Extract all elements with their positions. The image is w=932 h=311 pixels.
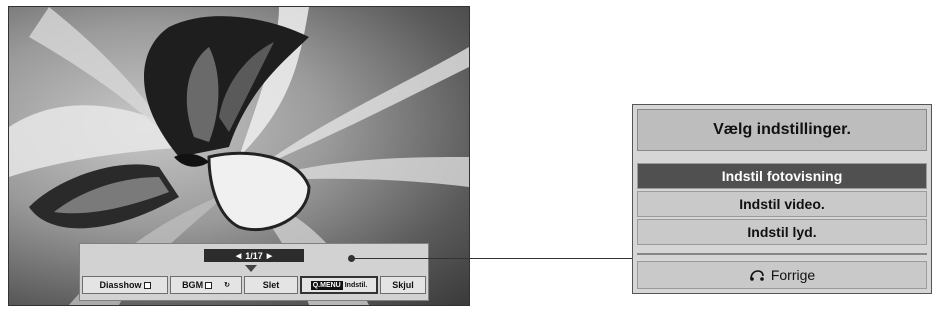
menu-item-indstil-video[interactable]: Indstil video.	[637, 191, 927, 217]
bgm-label: BGM	[182, 280, 204, 290]
qmenu-tag: Q.MENU	[310, 280, 343, 290]
diasshow-button[interactable]: Diasshow	[82, 276, 168, 294]
photo-counter-text: 1/17	[245, 250, 263, 261]
toggle-square-icon	[205, 281, 213, 289]
menu-item-indstil-fotovisning[interactable]: Indstil fotovisning	[637, 163, 927, 189]
slideshow-control-bar: ◀ 1/17 ▶ Diasshow BGM ↻ Slet Q.MENU Inds…	[79, 243, 429, 301]
skjul-label: Skjul	[392, 280, 414, 290]
prev-arrow-icon[interactable]: ◀	[236, 252, 241, 260]
settings-menu: Vælg indstillinger. Indstil fotovisning …	[632, 104, 932, 294]
next-arrow-icon[interactable]: ▶	[267, 252, 272, 260]
back-label: Forrige	[770, 267, 816, 283]
slideshow-button-row: Diasshow BGM ↻ Slet Q.MENU Indstil. Skju…	[82, 276, 426, 296]
menu-title: Vælg indstillinger.	[637, 109, 927, 151]
photo-viewer: ◀ 1/17 ▶ Diasshow BGM ↻ Slet Q.MENU Inds…	[8, 6, 470, 306]
photo-counter: ◀ 1/17 ▶	[204, 249, 304, 262]
connector-line	[352, 258, 632, 259]
skjul-button[interactable]: Skjul	[380, 276, 426, 294]
slet-button[interactable]: Slet	[244, 276, 298, 294]
back-button[interactable]: Forrige	[637, 261, 927, 289]
rotate-icon: ↻	[224, 282, 230, 289]
return-icon	[750, 270, 764, 281]
qmenu-settings-button[interactable]: Q.MENU Indstil.	[300, 276, 378, 294]
bgm-button[interactable]: BGM ↻	[170, 276, 242, 294]
menu-item-indstil-lyd[interactable]: Indstil lyd.	[637, 219, 927, 245]
menu-divider	[637, 253, 927, 255]
diasshow-label: Diasshow	[99, 280, 142, 290]
qmenu-label: Indstil.	[344, 281, 368, 289]
toggle-square-icon	[143, 281, 151, 289]
pointer-down-icon	[245, 265, 257, 272]
slet-label: Slet	[262, 280, 280, 290]
